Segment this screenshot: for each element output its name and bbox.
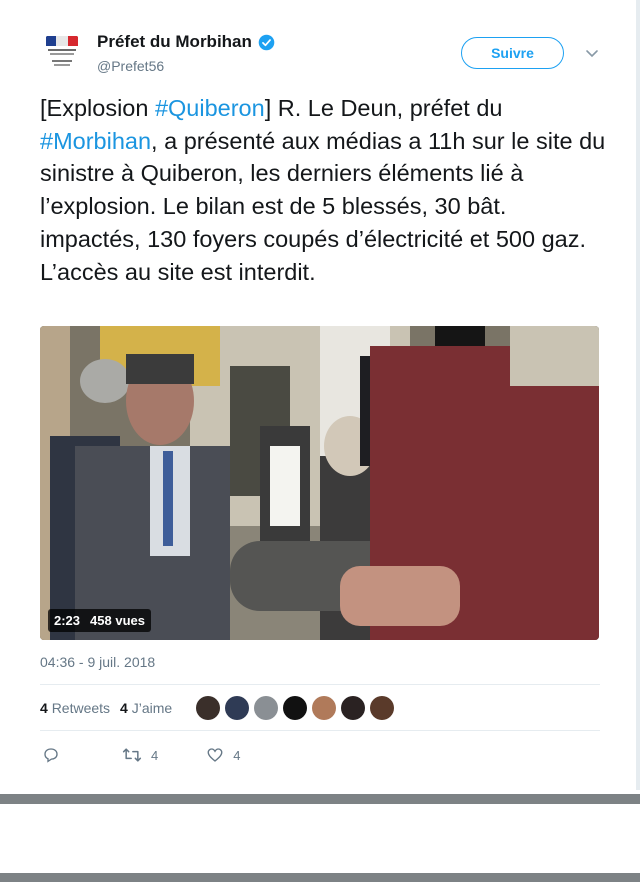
verified-badge-icon [258,34,275,50]
account-avatar[interactable] [40,30,84,74]
liker-avatar[interactable] [283,696,307,720]
tweet-actions: 4 4 [42,746,288,764]
likes-count: 4 [120,700,128,716]
separator-bar-bottom [0,873,640,882]
video-player[interactable]: 2:23 458 vues [40,326,599,640]
hashtag-link[interactable]: #Morbihan [40,128,151,154]
heart-icon [207,748,223,762]
likes-label: J’aime [131,700,173,716]
retweets-stat[interactable]: 4 Retweets [40,700,110,716]
liker-avatar[interactable] [196,696,220,720]
retweet-action[interactable]: 4 [122,746,158,764]
liker-avatars [196,696,394,720]
divider-bottom [40,730,600,731]
reply-icon [44,748,58,763]
liker-avatar[interactable] [341,696,365,720]
chevron-down-icon[interactable] [583,44,601,62]
liker-avatar[interactable] [225,696,249,720]
video-thumbnail [40,326,599,640]
retweet-count: 4 [151,747,159,763]
tweet-card: Préfet du Morbihan @Prefet56 Suivre [Exp… [0,0,640,790]
tweet-text: [Explosion #Quiberon] R. Le Deun, préfet… [40,92,610,288]
retweets-count: 4 [40,700,48,716]
like-action[interactable]: 4 [206,746,240,764]
reply-action[interactable] [42,746,60,764]
video-info-badge: 2:23 458 vues [48,609,151,632]
account-name[interactable]: Préfet du Morbihan [97,32,275,52]
likes-stat[interactable]: 4 J’aime [120,700,172,716]
like-count: 4 [233,747,241,763]
video-duration: 2:23 [54,613,81,628]
follow-button[interactable]: Suivre [461,37,564,69]
tweet-text-segment: ] R. Le Deun, préfet du [264,95,503,121]
account-handle[interactable]: @Prefet56 [97,58,164,74]
liker-avatar[interactable] [312,696,336,720]
liker-avatar[interactable] [254,696,278,720]
hashtag-link[interactable]: #Quiberon [155,95,265,121]
marianne-logo-icon [46,36,78,66]
liker-avatar[interactable] [370,696,394,720]
divider-top [40,684,600,685]
retweet-icon [122,748,142,762]
tweet-stats: 4 Retweets 4 J’aime [40,700,172,716]
account-name-label[interactable]: Préfet du Morbihan [97,32,252,52]
tweet-text-segment: [Explosion [40,95,155,121]
separator-bar-top [0,794,640,804]
tweet-timestamp[interactable]: 04:36 - 9 juil. 2018 [40,654,155,670]
video-views: 458 vues [90,613,145,628]
retweets-label: Retweets [51,700,111,716]
